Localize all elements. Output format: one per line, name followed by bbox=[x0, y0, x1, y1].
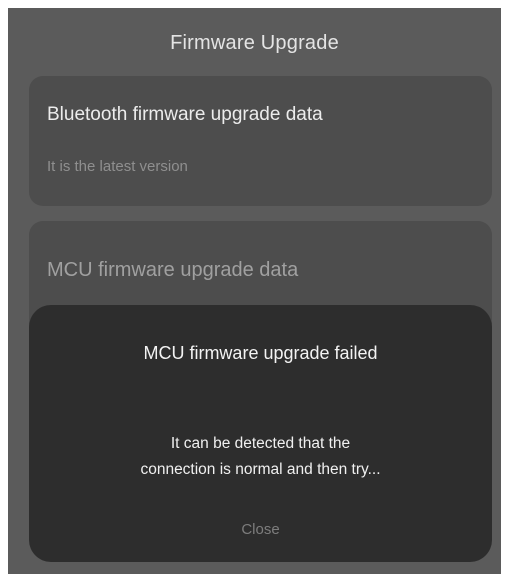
bluetooth-firmware-title: Bluetooth firmware upgrade data bbox=[47, 104, 323, 125]
firmware-upgrade-screen: Firmware Upgrade Bluetooth firmware upgr… bbox=[8, 8, 501, 574]
bluetooth-firmware-status: It is the latest version bbox=[47, 158, 188, 175]
upgrade-failed-dialog: MCU firmware upgrade failed It can be de… bbox=[29, 305, 492, 562]
bluetooth-firmware-card[interactable]: Bluetooth firmware upgrade data It is th… bbox=[29, 76, 492, 206]
dialog-message-line-1: It can be detected that the bbox=[170, 435, 351, 452]
close-button[interactable]: Close bbox=[221, 517, 299, 542]
page-title: Firmware Upgrade bbox=[170, 32, 339, 54]
dialog-title: MCU firmware upgrade failed bbox=[143, 343, 378, 363]
dialog-message: It can be detected that the connection i… bbox=[29, 431, 492, 483]
mcu-firmware-title: MCU firmware upgrade data bbox=[47, 259, 299, 281]
dialog-message-line-2: connection is normal and then try... bbox=[140, 461, 381, 478]
